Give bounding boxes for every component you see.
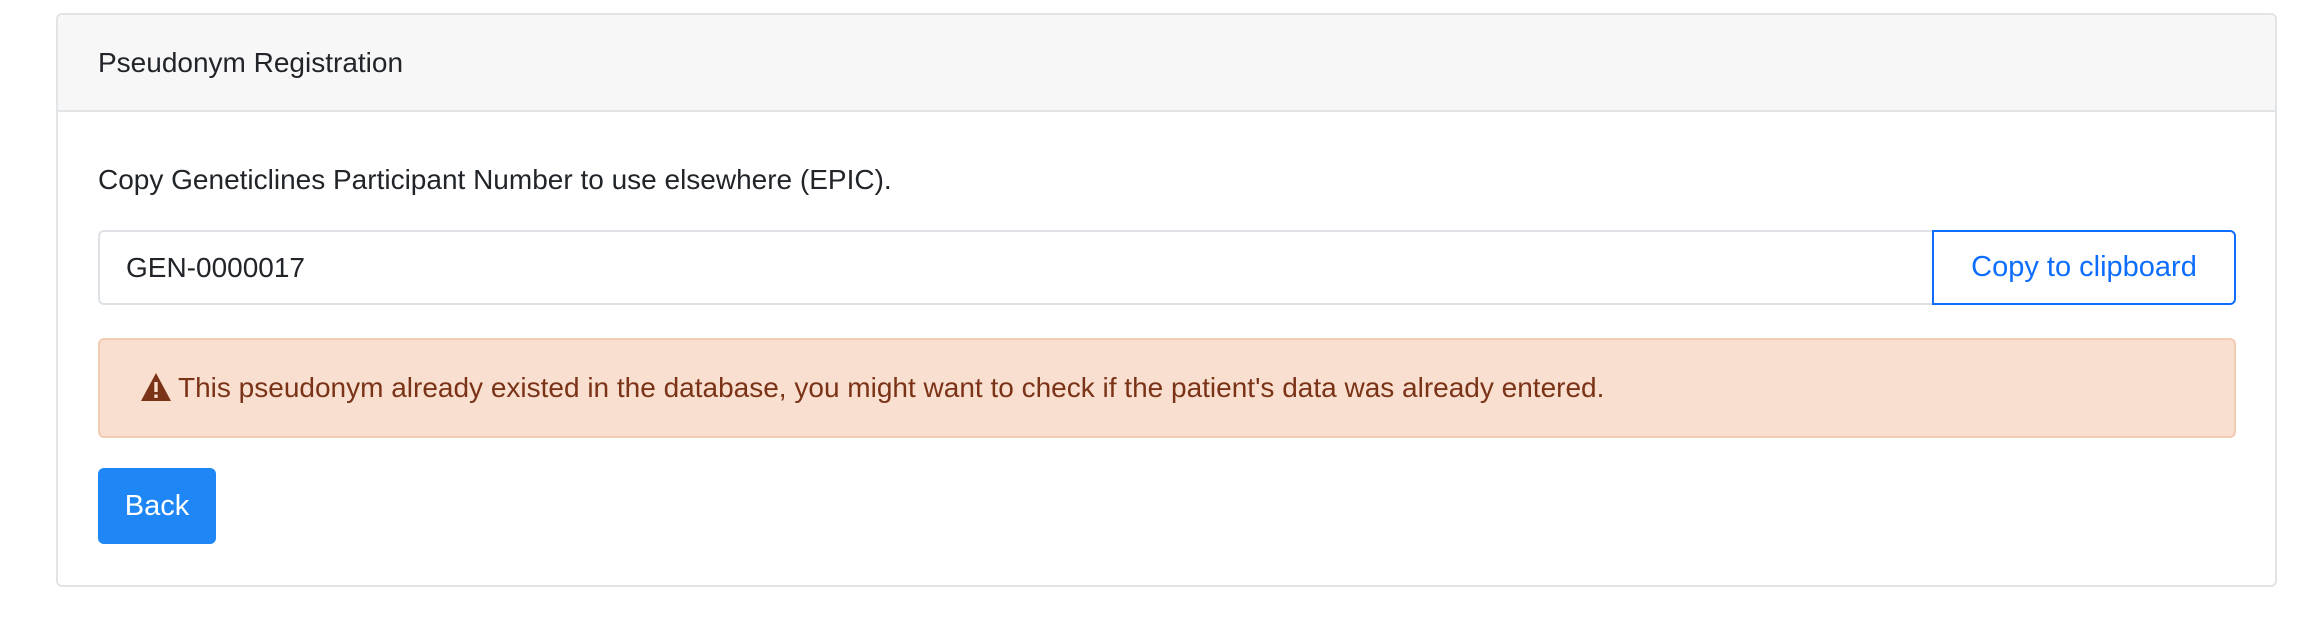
card-header: Pseudonym Registration [58, 15, 2275, 112]
warning-triangle-icon [140, 372, 172, 402]
alert-text: This pseudonym already existed in the da… [178, 372, 1605, 403]
copy-to-clipboard-button[interactable]: Copy to clipboard [1932, 230, 2236, 305]
card-title: Pseudonym Registration [98, 46, 404, 78]
intro-text: Copy Geneticlines Participant Number to … [98, 164, 892, 195]
back-button[interactable]: Back [98, 468, 216, 544]
participant-number-group: Copy to clipboard [98, 230, 2236, 305]
participant-number-field[interactable] [98, 230, 1932, 305]
duplicate-pseudonym-alert: This pseudonym already existed in the da… [98, 338, 2236, 438]
pseudonym-registration-card: Pseudonym Registration Copy Geneticlines… [56, 13, 2277, 587]
